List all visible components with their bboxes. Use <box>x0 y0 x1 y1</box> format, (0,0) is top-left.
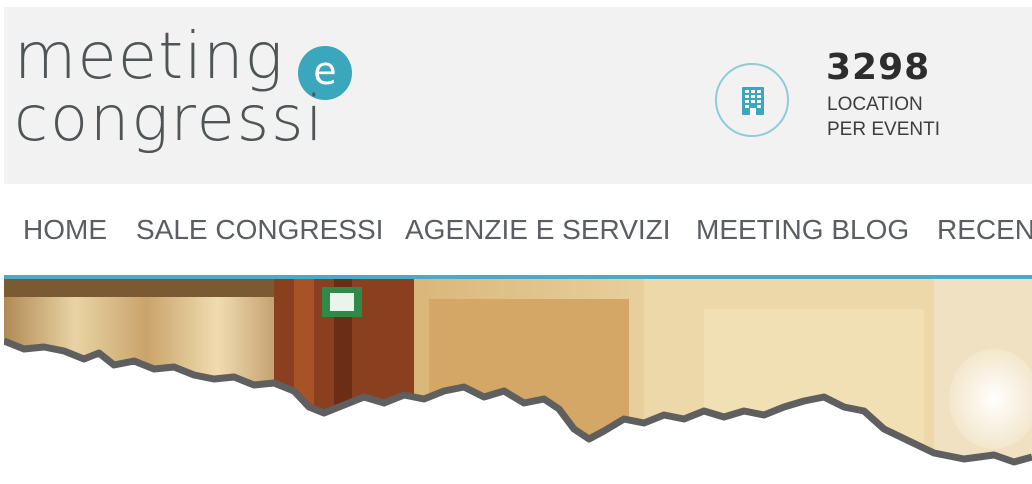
logo-text-line1: meeting <box>14 20 284 94</box>
location-stat-circle <box>715 63 789 137</box>
location-count: 3298 <box>826 47 931 88</box>
nav-item-sale-congressi[interactable]: SALE CONGRESSI <box>136 214 383 246</box>
site-header: meeting e congressi 3298 LOCATION PER EV… <box>4 7 1032 184</box>
site-logo[interactable]: meeting e congressi <box>14 25 374 175</box>
location-label-line2: PER EVENTI <box>827 119 940 140</box>
hero-photo <box>4 279 1032 484</box>
nav-item-agenzie-e-servizi[interactable]: AGENZIE E SERVIZI <box>405 214 671 246</box>
building-icon <box>742 87 764 115</box>
main-nav: HOME SALE CONGRESSI AGENZIE E SERVIZI ME… <box>4 184 1032 279</box>
logo-text-line2: congressi <box>14 82 325 155</box>
page-frame: meeting e congressi 3298 LOCATION PER EV… <box>4 7 1032 484</box>
conference-room-photo <box>4 279 1032 466</box>
nav-item-meeting-blog[interactable]: MEETING BLOG <box>696 214 909 246</box>
nav-item-home[interactable]: HOME <box>23 214 107 246</box>
location-label-line1: LOCATION <box>827 94 923 115</box>
nav-item-recent[interactable]: RECEN <box>937 214 1032 246</box>
